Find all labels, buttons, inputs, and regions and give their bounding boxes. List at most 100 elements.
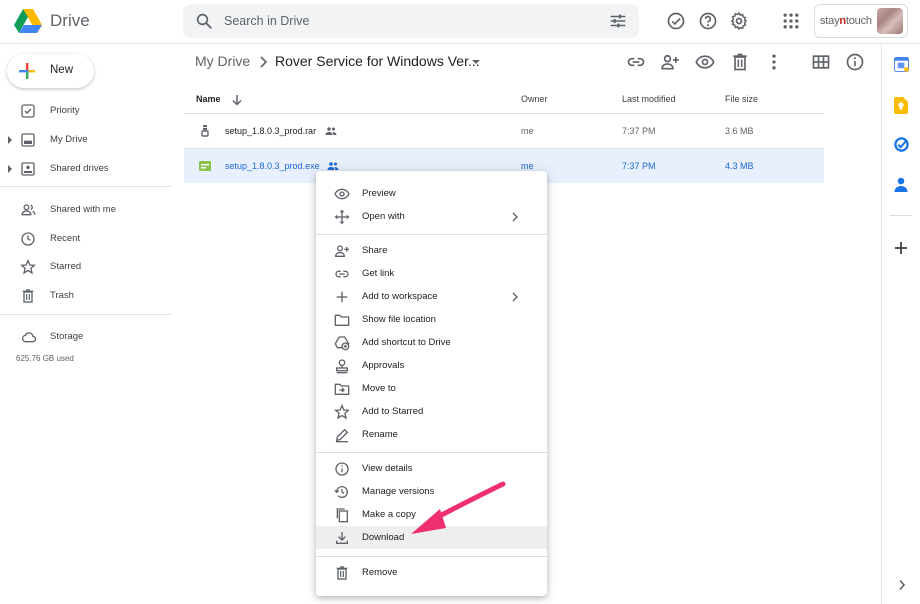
sidebar-item-label: Shared with me — [50, 204, 117, 215]
menu-item-view-details[interactable]: View details — [316, 457, 547, 480]
menu-item-label: Open with — [362, 211, 405, 222]
sidebar-item-shared-with-me[interactable]: Shared with me — [0, 197, 172, 223]
menu-item-approvals[interactable]: Approvals — [316, 354, 547, 377]
folder-dropdown-icon[interactable] — [472, 60, 480, 64]
star-icon — [20, 259, 36, 275]
column-header-last-modified[interactable]: Last modified — [622, 94, 676, 104]
info-icon — [335, 462, 349, 476]
menu-item-download[interactable]: Download — [316, 526, 547, 549]
breadcrumb-current[interactable]: Rover Service for Windows Ver... — [275, 53, 480, 69]
menu-item-label: Preview — [362, 188, 396, 199]
chevron-right-icon[interactable] — [898, 579, 906, 591]
file-modified: 7:37 PM — [622, 126, 656, 136]
column-header-file-size[interactable]: File size — [725, 94, 758, 104]
menu-item-preview[interactable]: Preview — [316, 182, 547, 205]
sidebar-item-label: Shared drives — [50, 163, 109, 174]
eye-icon[interactable] — [695, 52, 715, 72]
move-to-icon — [334, 383, 350, 395]
column-header-name[interactable]: Name — [196, 94, 221, 104]
expand-caret-icon[interactable] — [8, 136, 12, 144]
column-header-owner[interactable]: Owner — [521, 94, 548, 104]
sidebar-item-label: My Drive — [50, 134, 88, 145]
link-icon[interactable] — [626, 52, 646, 72]
chevron-right-icon — [512, 292, 518, 302]
file-modified: 7:37 PM — [622, 161, 656, 171]
expand-caret-icon[interactable] — [8, 165, 12, 173]
tasks-icon[interactable] — [894, 137, 909, 152]
search-bar[interactable]: Search in Drive — [183, 4, 639, 38]
trash-icon — [22, 289, 34, 303]
sidebar-item-my-drive[interactable]: My Drive — [0, 127, 172, 153]
sidebar-item-priority[interactable]: Priority — [0, 98, 172, 124]
sidebar-item-shared-drives[interactable]: Shared drives — [0, 156, 172, 182]
breadcrumb-root[interactable]: My Drive — [195, 53, 250, 69]
menu-item-move-to[interactable]: Move to — [316, 377, 547, 400]
account-switcher[interactable]: stayntouch — [814, 4, 908, 38]
help-icon[interactable] — [698, 11, 718, 31]
menu-divider — [316, 234, 547, 235]
apps-grid-icon[interactable] — [781, 11, 801, 31]
grid-view-icon[interactable] — [811, 52, 831, 72]
menu-item-rename[interactable]: Rename — [316, 423, 547, 446]
menu-item-get-link[interactable]: Get link — [316, 262, 547, 285]
menu-item-label: Rename — [362, 429, 398, 440]
sidebar-item-recent[interactable]: Recent — [0, 226, 172, 252]
sidebar-item-starred[interactable]: Starred — [0, 254, 172, 280]
more-vert-icon[interactable] — [764, 52, 784, 72]
context-menu: Preview Open with Share Get link Add to … — [316, 171, 547, 596]
drive-app: Drive Search in Drive stayntouch New Pri… — [0, 0, 920, 604]
sidebar-divider — [0, 314, 172, 315]
file-size: 3.6 MB — [725, 126, 754, 136]
menu-item-add-to-workspace[interactable]: Add to workspace — [316, 285, 547, 308]
add-addon-icon[interactable] — [894, 241, 908, 255]
search-icon[interactable] — [195, 12, 213, 30]
search-options-icon[interactable] — [609, 12, 627, 30]
menu-item-make-a-copy[interactable]: Make a copy — [316, 503, 547, 526]
top-bar: Drive Search in Drive stayntouch — [0, 0, 920, 44]
sidebar-item-label: Priority — [50, 105, 80, 116]
check-circle-icon[interactable] — [666, 11, 686, 31]
menu-item-manage-versions[interactable]: Manage versions — [316, 480, 547, 503]
menu-item-add-shortcut[interactable]: Add shortcut to Drive — [316, 331, 547, 354]
file-owner: me — [521, 126, 534, 136]
drive-logo-icon — [14, 9, 42, 33]
sidebar-item-label: Recent — [50, 233, 81, 244]
contacts-icon[interactable] — [894, 177, 908, 192]
menu-item-label: Approvals — [362, 360, 405, 371]
menu-item-label: Download — [362, 532, 405, 543]
info-icon[interactable] — [845, 52, 865, 72]
brand-logo-text: stayntouch — [820, 15, 872, 27]
priority-icon — [21, 104, 35, 118]
chevron-right-icon — [512, 212, 518, 222]
my-drive-icon — [21, 133, 35, 147]
person-add-icon[interactable] — [660, 52, 680, 72]
menu-item-show-file-location[interactable]: Show file location — [316, 308, 547, 331]
menu-item-add-to-starred[interactable]: Add to Starred — [316, 400, 547, 423]
sidebar-divider — [0, 186, 172, 187]
menu-item-label: Manage versions — [362, 486, 435, 497]
sidebar-item-storage[interactable]: Storage — [0, 324, 172, 350]
menu-item-share[interactable]: Share — [316, 239, 547, 262]
trash-icon — [336, 566, 348, 580]
settings-icon[interactable] — [729, 11, 749, 31]
keep-icon[interactable] — [894, 97, 908, 114]
menu-item-label: Move to — [362, 383, 396, 394]
menu-item-remove[interactable]: Remove — [316, 561, 547, 584]
new-button-label: New — [50, 64, 74, 76]
avatar[interactable] — [877, 8, 903, 34]
menu-item-label: View details — [362, 463, 413, 474]
copy-icon — [336, 508, 348, 523]
trash-icon[interactable] — [730, 52, 750, 72]
sidebar-item-trash[interactable]: Trash — [0, 283, 172, 309]
new-button[interactable]: New — [7, 54, 94, 88]
menu-item-label: Add to workspace — [362, 291, 438, 302]
star-outline-icon — [334, 404, 350, 420]
sort-arrow-down-icon[interactable] — [231, 94, 243, 106]
calendar-icon[interactable] — [894, 57, 909, 72]
menu-item-label: Add shortcut to Drive — [362, 337, 451, 348]
drive-logo[interactable]: Drive — [14, 8, 90, 33]
table-row[interactable]: setup_1.8.0.3_prod.rar me 7:37 PM 3.6 MB — [184, 114, 824, 148]
menu-item-open-with[interactable]: Open with — [316, 205, 547, 228]
file-size: 4.3 MB — [725, 161, 754, 171]
drive-shortcut-icon — [334, 336, 350, 351]
